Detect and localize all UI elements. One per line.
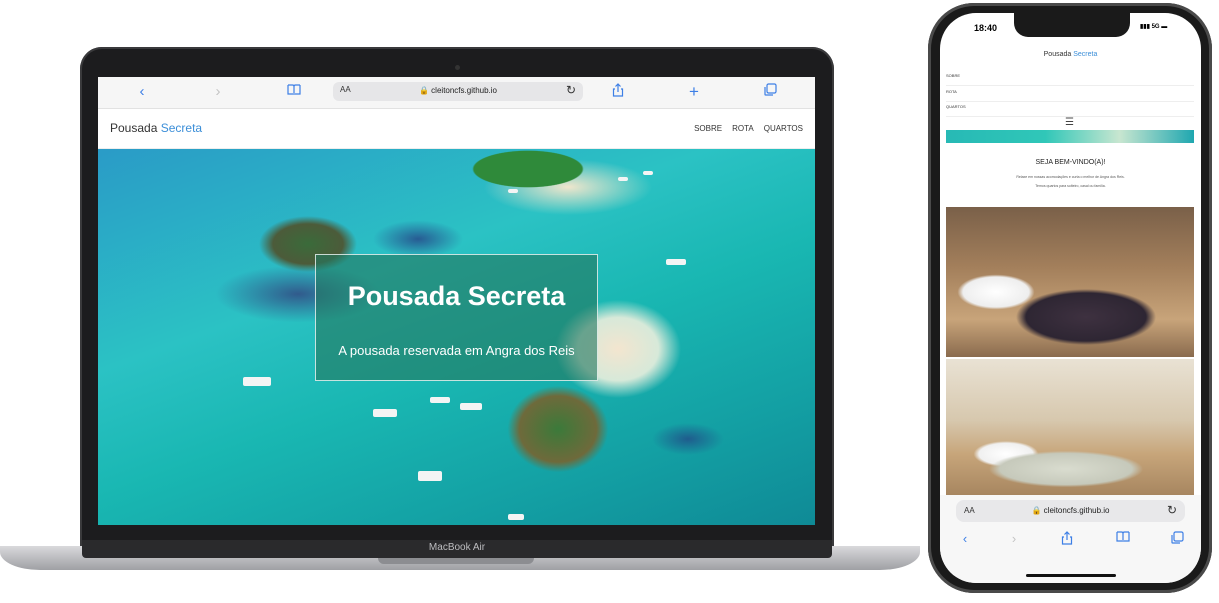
- room-photo-1: [946, 207, 1194, 357]
- boat: [643, 171, 653, 175]
- nav-link-quartos[interactable]: QUARTOS: [764, 124, 803, 133]
- room-photo-2: [946, 359, 1194, 495]
- boat: [460, 403, 482, 410]
- site-navbar: Pousada Secreta SOBRE ROTA QUARTOS: [98, 109, 815, 149]
- forward-icon[interactable]: ›: [209, 83, 227, 101]
- boat: [666, 259, 686, 265]
- mobile-nav-quartos[interactable]: QUARTOS: [946, 102, 1194, 117]
- reload-icon[interactable]: ↻: [566, 83, 576, 97]
- laptop-notch-lip: [378, 558, 534, 564]
- mobile-nav-rota[interactable]: ROTA: [946, 87, 1194, 102]
- mobile-brand-text: Pousada: [1043, 51, 1074, 58]
- mobile-brand[interactable]: Pousada Secreta: [940, 51, 1201, 58]
- back-icon[interactable]: ‹: [133, 83, 151, 101]
- mobile-address-bar[interactable]: AA 🔒 cleitoncfs.github.io ↻: [956, 500, 1185, 522]
- device-label: MacBook Air: [428, 542, 486, 553]
- mobile-safari-bar: AA 🔒 cleitoncfs.github.io ↻ ‹ ›: [940, 495, 1201, 583]
- brand-accent-text: Secreta: [160, 121, 203, 135]
- welcome-heading: SEJA BEM-VINDO(A)!: [1035, 159, 1106, 166]
- nav-links: SOBRE ROTA QUARTOS: [694, 124, 803, 133]
- url-text: 🔒 cleitoncfs.github.io: [419, 86, 497, 95]
- hero-subtitle: A pousada reservada em Angra dos Reis: [338, 343, 575, 358]
- battery-icon: ▬: [1159, 24, 1168, 30]
- tabs-icon[interactable]: [761, 83, 779, 101]
- status-indicators: ▮▮▮ 5G ▬: [1140, 23, 1167, 30]
- hamburger-icon[interactable]: ☰: [1065, 117, 1074, 128]
- mobile-hero-strip: [946, 130, 1194, 143]
- boat: [430, 397, 450, 403]
- hero-caption-box: Pousada Secreta A pousada reservada em A…: [315, 254, 598, 381]
- safari-toolbar: ‹ › AA 🔒 cleitoncfs.github.io ↻ +: [98, 77, 815, 109]
- signal-icon: ▮▮▮: [1140, 24, 1152, 30]
- home-indicator: [1026, 574, 1116, 577]
- mobile-forward-icon[interactable]: ›: [1005, 531, 1023, 546]
- camera-dot: [455, 65, 460, 70]
- network-label: 5G: [1151, 24, 1160, 30]
- intro-line-2: Temos quartos para solteiro, casal ou fa…: [1035, 184, 1106, 188]
- mobile-share-icon[interactable]: [1058, 531, 1076, 548]
- share-icon[interactable]: [609, 83, 627, 101]
- mobile-bookmarks-icon[interactable]: [1114, 531, 1132, 546]
- nav-link-rota[interactable]: ROTA: [732, 124, 754, 133]
- status-time: 18:40: [974, 23, 998, 33]
- mobile-nav-sobre[interactable]: SOBRE: [946, 71, 1194, 86]
- boat: [508, 189, 518, 193]
- boat: [418, 471, 442, 481]
- laptop-screen: ‹ › AA 🔒 cleitoncfs.github.io ↻ + Pousad…: [98, 77, 815, 525]
- brand-logo[interactable]: Pousada Secreta: [110, 121, 202, 135]
- boat: [508, 514, 524, 520]
- mobile-tabs-icon[interactable]: [1168, 531, 1186, 547]
- bookmarks-icon[interactable]: [285, 83, 303, 101]
- mobile-url-text: 🔒 cleitoncfs.github.io: [1031, 506, 1110, 515]
- brand-text: Pousada: [110, 121, 161, 135]
- boat: [618, 177, 628, 181]
- new-tab-icon[interactable]: +: [685, 83, 703, 101]
- nav-link-sobre[interactable]: SOBRE: [694, 124, 722, 133]
- hero-title: Pousada Secreta: [347, 281, 566, 311]
- boat: [243, 377, 271, 386]
- mobile-reload-icon[interactable]: ↻: [1167, 503, 1177, 517]
- phone-screen: 18:40 ▮▮▮ 5G ▬ Pousada Secreta SOBRE ROT…: [940, 13, 1201, 583]
- intro-line-1: Relaxe em nossas acomodações e curta o m…: [1016, 175, 1125, 179]
- hero-image: Pousada Secreta A pousada reservada em A…: [98, 149, 815, 525]
- mobile-brand-accent: Secreta: [1073, 51, 1098, 58]
- mobile-back-icon[interactable]: ‹: [956, 531, 974, 546]
- address-bar[interactable]: AA 🔒 cleitoncfs.github.io ↻: [333, 82, 583, 101]
- boat: [373, 409, 397, 417]
- phone-notch: [1014, 13, 1130, 37]
